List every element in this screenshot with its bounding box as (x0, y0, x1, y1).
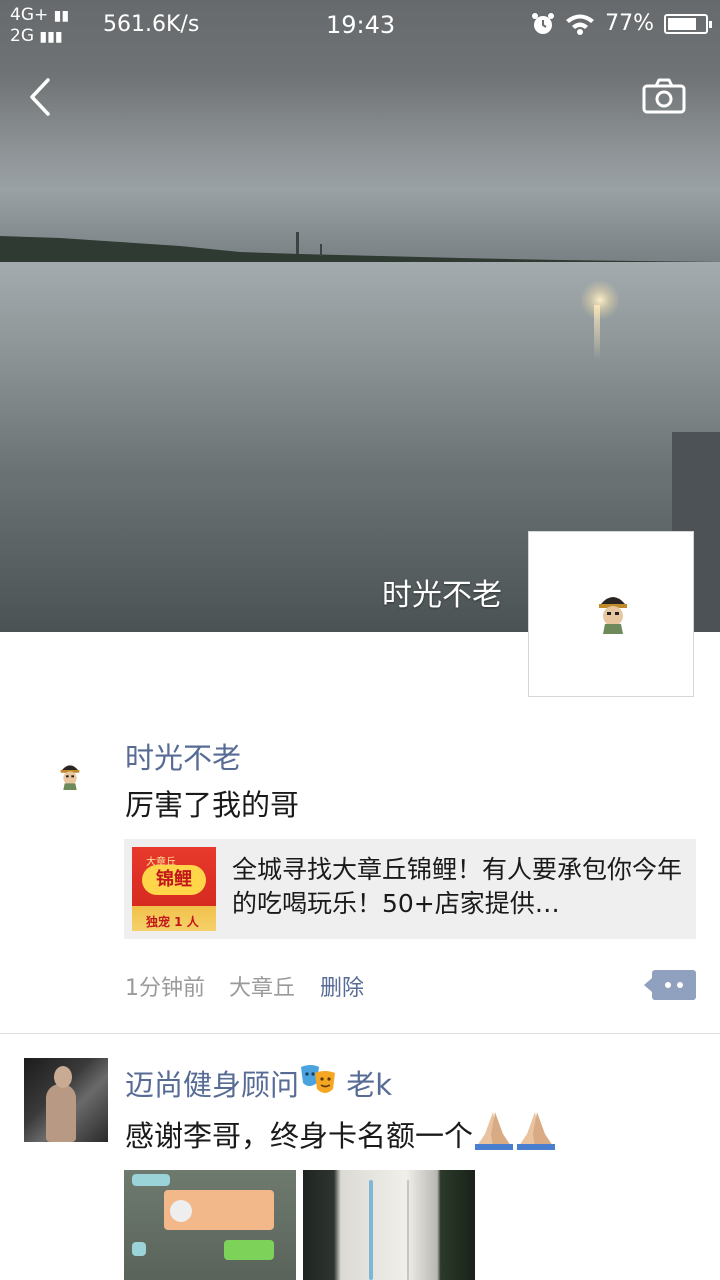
post-text-content: 感谢李哥，终身卡名额一个 (125, 1119, 474, 1153)
post-time: 1分钟前 (125, 976, 205, 1001)
profile-avatar[interactable] (528, 531, 694, 697)
avatar-figure-body (46, 1084, 76, 1142)
post-photo[interactable] (303, 1170, 475, 1280)
wifi-icon (566, 14, 595, 35)
link-thumbnail: 大章丘 锦鲤 独宠 1 人 (132, 847, 216, 931)
photo-detail (132, 1174, 170, 1186)
network-speed: 561.6K/s (103, 12, 200, 37)
comment-button[interactable] (644, 970, 696, 1000)
battery-icon (664, 13, 712, 34)
thumb-main-text: 锦鲤 (142, 865, 206, 895)
post-text: 厉害了我的哥 (125, 788, 300, 822)
status-right: 77% (531, 11, 712, 36)
post-text: 感谢李哥，终身卡名额一个 (125, 1110, 559, 1155)
network-4g-label: 4G+ (10, 5, 49, 25)
photo-detail (224, 1240, 274, 1260)
back-button[interactable] (20, 74, 60, 120)
post-avatar[interactable] (50, 750, 108, 812)
cover-owner-name: 时光不老 (382, 578, 502, 613)
link-title: 全城寻找大章丘锦鲤！有人要承包你今年的吃喝玩乐！50+店家提供… (232, 855, 683, 918)
shoreline (0, 232, 720, 262)
author-name-suffix: 老k (346, 1068, 393, 1102)
status-bar: 4G+ ▮▮ 2G ▮▮▮ 561.6K/s 19:43 77% (0, 0, 720, 50)
avatar-cartoon (60, 765, 80, 790)
post-avatar[interactable] (24, 1058, 108, 1142)
sunset-glow (580, 280, 620, 320)
network-indicator: 4G+ ▮▮ 2G ▮▮▮ (10, 5, 69, 47)
camera-icon (642, 78, 686, 114)
battery-percent: 77% (605, 11, 654, 36)
dot (665, 982, 671, 988)
delete-post-button[interactable]: 删除 (320, 970, 364, 1002)
chevron-left-icon (30, 78, 50, 116)
folded-hands-emoji (475, 1112, 556, 1150)
signal-icon: ▮▮▮ (39, 29, 63, 45)
post-author-name[interactable]: 时光不老 (125, 735, 241, 777)
photo-detail (170, 1200, 192, 1222)
light-reflection (594, 305, 600, 360)
avatar-cartoon (599, 597, 627, 634)
alarm-icon (532, 12, 555, 34)
network-2g-label: 2G (10, 26, 34, 46)
camera-button[interactable] (640, 76, 688, 118)
dot (677, 982, 683, 988)
post-author-name[interactable]: 迈尚健身顾问 老k (125, 1062, 392, 1104)
post-divider (0, 1033, 720, 1034)
author-name-prefix: 迈尚健身顾问 (125, 1068, 300, 1102)
avatar-figure-head (54, 1066, 72, 1088)
moments-screen: 4G+ ▮▮ 2G ▮▮▮ 561.6K/s 19:43 77% 时光不老 时光… (0, 0, 720, 1280)
post-location[interactable]: 大章丘 (229, 970, 295, 1002)
photo-detail (369, 1180, 373, 1280)
signal-icon: ▮▮ (53, 8, 70, 24)
thumb-bottom-text: 独宠 1 人 (146, 915, 199, 929)
battery-fill (668, 17, 696, 30)
post-photo[interactable] (124, 1170, 296, 1280)
photo-detail (132, 1242, 146, 1256)
photo-detail (407, 1180, 409, 1280)
shared-link-card[interactable]: 大章丘 锦鲤 独宠 1 人 全城寻找大章丘锦鲤！有人要承包你今年的吃喝玩乐！50… (124, 839, 696, 939)
clock: 19:43 (326, 11, 396, 39)
theater-masks-emoji (301, 1065, 336, 1093)
